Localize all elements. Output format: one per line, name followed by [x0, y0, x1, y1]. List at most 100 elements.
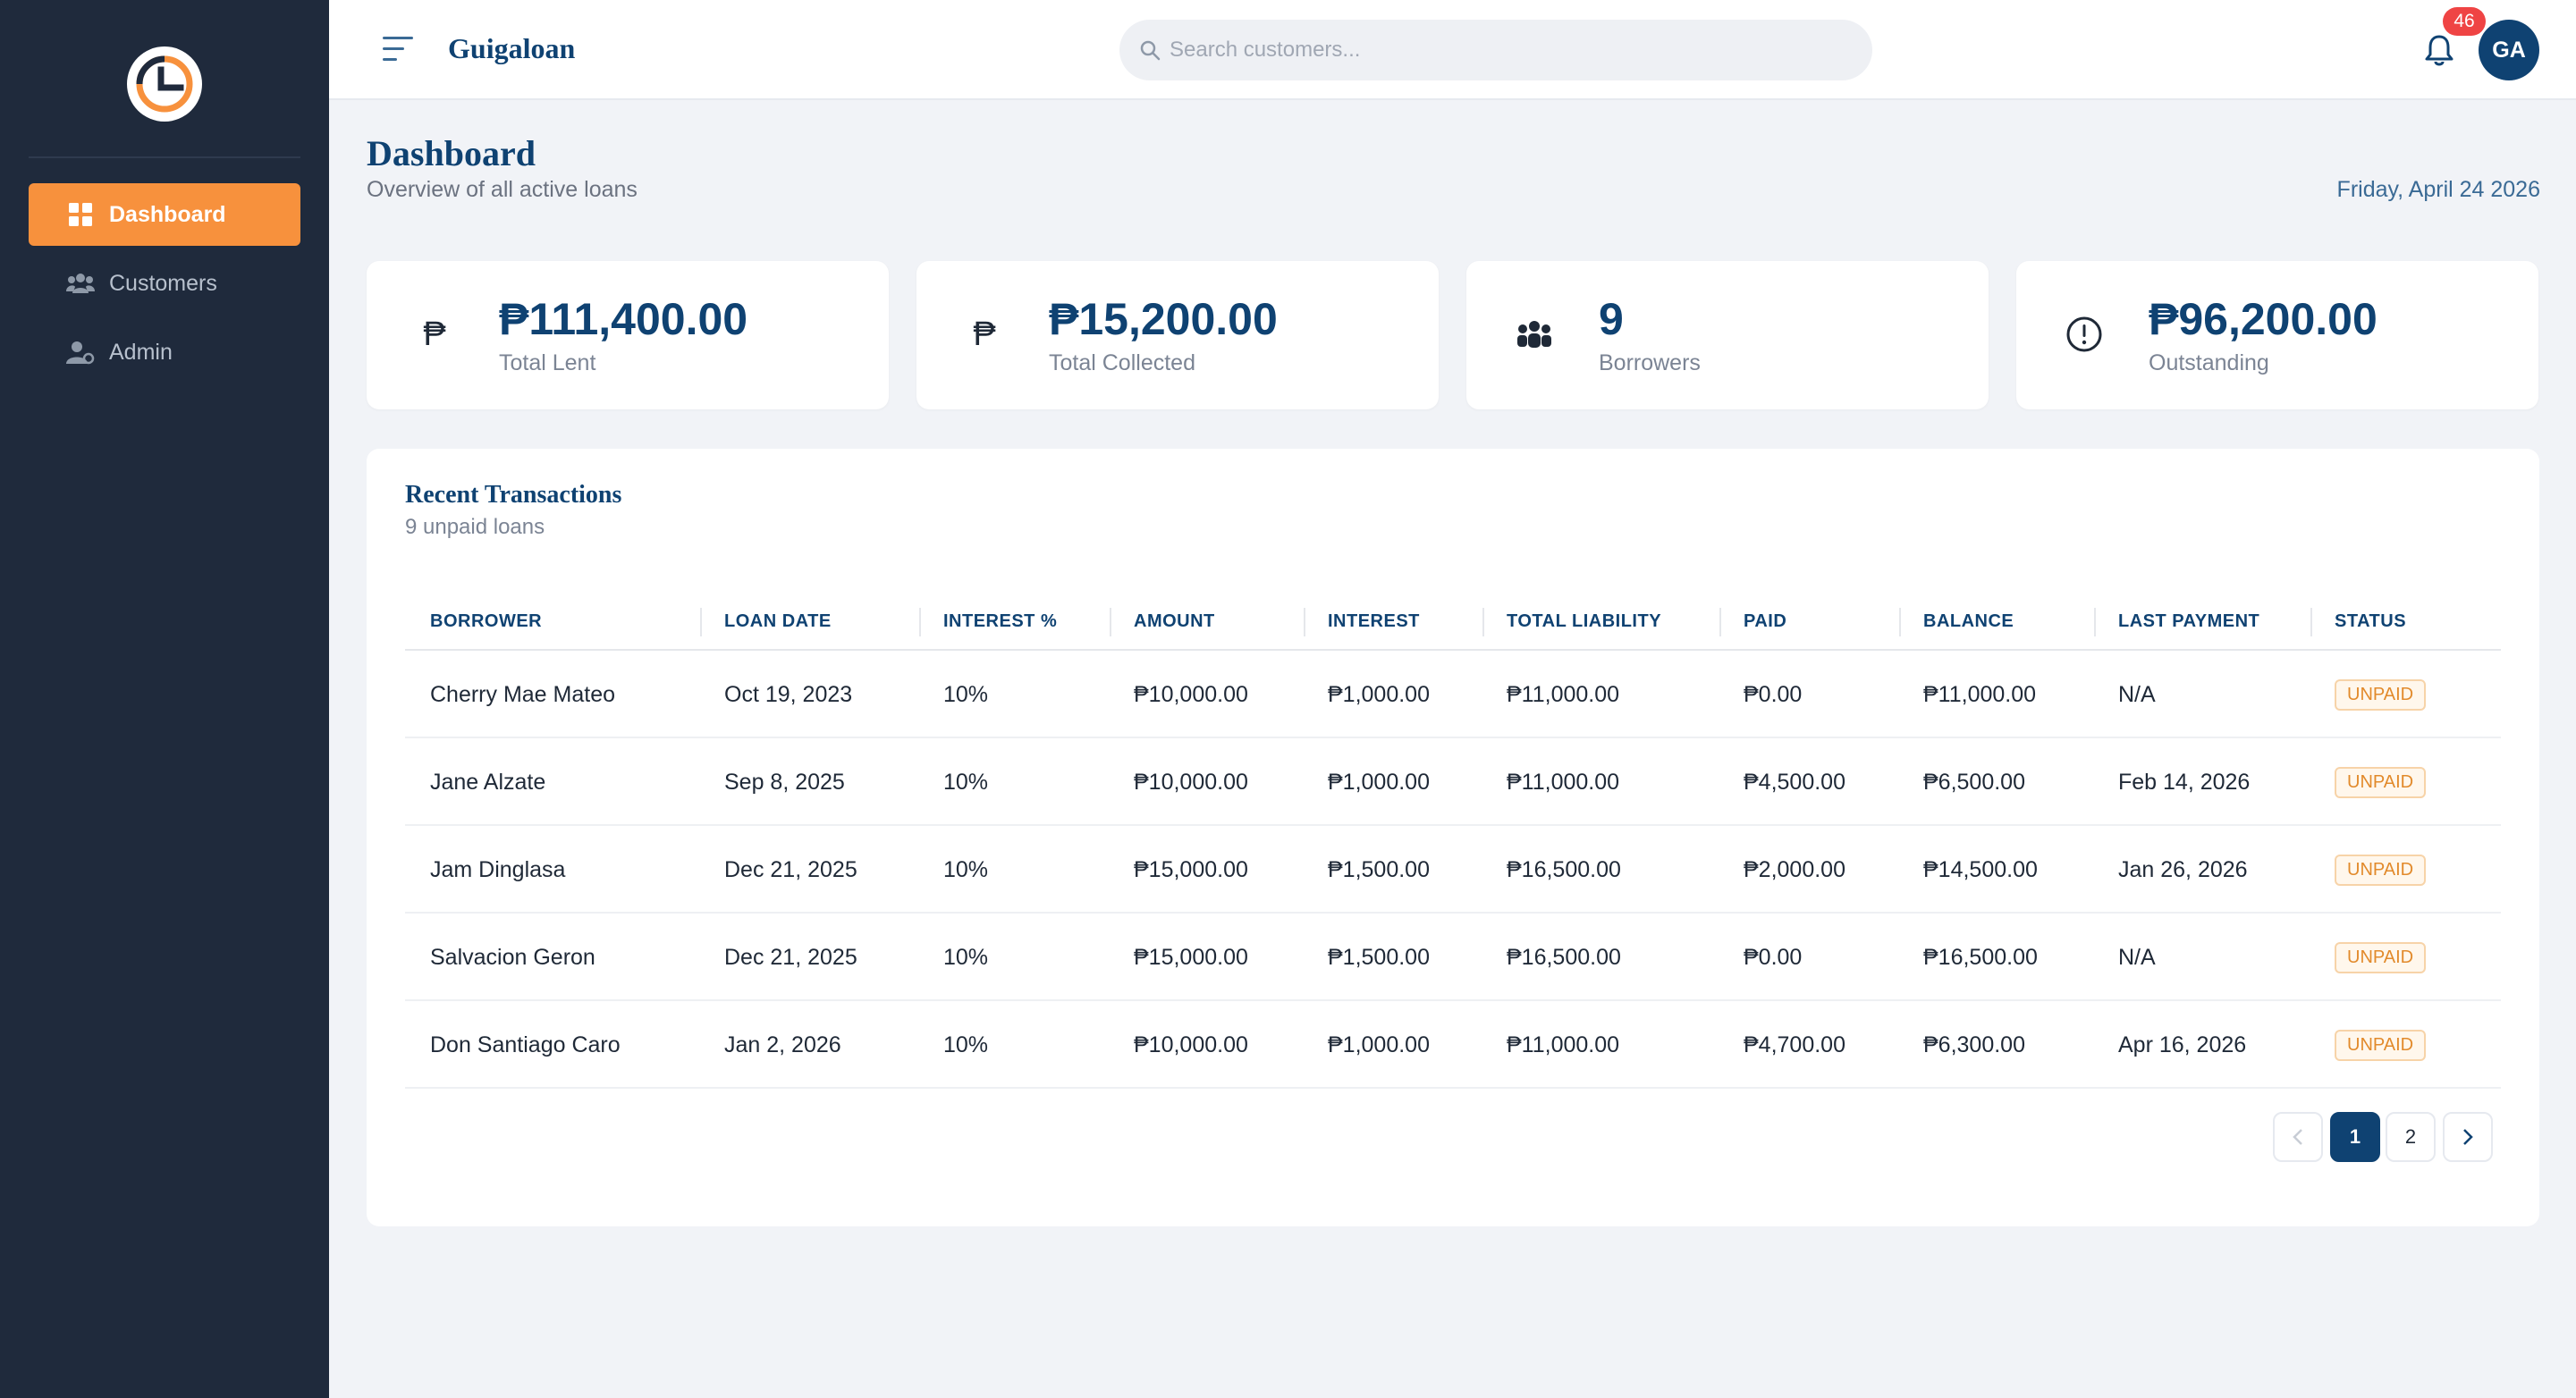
alert-circle-icon [2065, 315, 2104, 354]
stat-card-borrowers: 9 Borrowers [1466, 261, 1989, 409]
search-icon [1140, 40, 1161, 61]
chevron-right-icon [2463, 1129, 2473, 1145]
table-row[interactable]: Jane Alzate Sep 8, 2025 10% ₱10,000.00 ₱1,00… [405, 738, 2501, 826]
cell-borrower: Jane Alzate [430, 769, 546, 795]
cell-balance: ₱11,000.00 [1923, 681, 2037, 707]
next-page-button[interactable] [2443, 1112, 2493, 1162]
status-cell: UNPAID [2335, 738, 2427, 826]
column-divider [2310, 608, 2312, 636]
stat-card-outstanding: ₱96,200.00 Outstanding [2016, 261, 2538, 409]
sidebar-item-label: Dashboard [109, 201, 226, 227]
grid-icon [66, 200, 95, 229]
cell-total-liability: ₱16,500.00 [1507, 944, 1621, 970]
column-header-last-payment: LAST PAYMENT [2118, 611, 2260, 631]
sidebar-divider [29, 156, 300, 158]
cell-interest-pct: 10% [943, 1032, 989, 1057]
cell-borrower: Don Santiago Caro [430, 1032, 621, 1057]
column-divider [1304, 608, 1305, 636]
table-body: Cherry Mae Mateo Oct 19, 2023 10% ₱10,000.0… [405, 651, 2501, 1089]
cell-amount: ₱15,000.00 [1134, 944, 1248, 970]
stat-label: Outstanding [2149, 350, 2269, 375]
table-row[interactable]: Salvacion Geron Dec 21, 2025 10% ₱15,000.00… [405, 914, 2501, 1001]
table-row[interactable]: Cherry Mae Mateo Oct 19, 2023 10% ₱10,000.0… [405, 651, 2501, 738]
column-divider [1482, 608, 1484, 636]
column-header-interest-pct: INTEREST % [943, 611, 1058, 631]
sidebar: Dashboard Customers Admin [0, 0, 329, 1398]
status-cell: UNPAID [2335, 826, 2427, 914]
current-date: Friday, April 24 2026 [2336, 177, 2540, 202]
cell-total-liability: ₱11,000.00 [1507, 681, 1620, 707]
sidebar-item-label: Admin [109, 339, 173, 365]
stat-card-total-collected: ₱ ₱15,200.00 Total Collected [916, 261, 1439, 409]
menu-icon [383, 37, 413, 61]
cell-last-payment: Feb 14, 2026 [2118, 769, 2251, 795]
cell-total-liability: ₱11,000.00 [1507, 769, 1620, 795]
cell-interest: ₱1,000.00 [1328, 769, 1430, 795]
cell-amount: ₱15,000.00 [1134, 856, 1248, 882]
stat-value: 9 [1599, 294, 1624, 344]
cell-paid: ₱2,000.00 [1744, 856, 1845, 882]
previous-page-button[interactable] [2273, 1112, 2323, 1162]
cell-last-payment: Apr 16, 2026 [2118, 1032, 2247, 1057]
cell-amount: ₱10,000.00 [1134, 1032, 1248, 1057]
cell-loan-date: Sep 8, 2025 [724, 769, 845, 795]
cell-last-payment: N/A [2118, 681, 2156, 707]
cell-last-payment: N/A [2118, 944, 2156, 970]
users-icon [66, 269, 95, 298]
status-badge: UNPAID [2335, 941, 2427, 973]
cell-paid: ₱4,700.00 [1744, 1032, 1845, 1057]
panel-subtitle: 9 unpaid loans [405, 515, 545, 539]
search-bar[interactable] [1119, 20, 1872, 80]
cell-balance: ₱14,500.00 [1923, 856, 2038, 882]
column-divider [1899, 608, 1901, 636]
search-input[interactable] [1170, 38, 1849, 63]
stat-label: Total Lent [499, 350, 596, 375]
table-row[interactable]: Jam Dinglasa Dec 21, 2025 10% ₱15,000.00 ₱1,… [405, 826, 2501, 914]
recent-transactions-panel: Recent Transactions 9 unpaid loans BORRO… [367, 449, 2539, 1226]
transactions-table: BORROWER LOAN DATE INTEREST % AMOUNT INTERES… [405, 592, 2501, 1089]
status-badge: UNPAID [2335, 854, 2427, 886]
cell-paid: ₱0.00 [1744, 944, 1803, 970]
cell-interest: ₱1,000.00 [1328, 1032, 1430, 1057]
cell-amount: ₱10,000.00 [1134, 681, 1248, 707]
page-button-2[interactable]: 2 [2386, 1112, 2436, 1162]
cell-loan-date: Oct 19, 2023 [724, 681, 853, 707]
column-header-interest: INTEREST [1328, 611, 1420, 631]
chevron-left-icon [2293, 1129, 2302, 1145]
cell-paid: ₱4,500.00 [1744, 769, 1845, 795]
panel-title: Recent Transactions [405, 481, 622, 509]
sidebar-item-admin[interactable]: Admin [29, 321, 300, 383]
cell-balance: ₱6,500.00 [1923, 769, 2025, 795]
cell-loan-date: Jan 2, 2026 [724, 1032, 841, 1057]
table-header: BORROWER LOAN DATE INTEREST % AMOUNT INTERES… [405, 592, 2501, 651]
cell-interest: ₱1,000.00 [1328, 681, 1430, 707]
column-divider [1110, 608, 1111, 636]
app-logo[interactable] [127, 46, 202, 122]
peso-icon: ₱ [423, 315, 446, 353]
cell-last-payment: Jan 26, 2026 [2118, 856, 2248, 882]
notifications-button[interactable] [2421, 32, 2457, 68]
cell-borrower: Salvacion Geron [430, 944, 595, 970]
brand-name[interactable]: Guigaloan [448, 32, 575, 65]
cell-borrower: Jam Dinglasa [430, 856, 566, 882]
page-button-1[interactable]: 1 [2330, 1112, 2380, 1162]
column-header-paid: PAID [1744, 611, 1787, 631]
avatar[interactable]: GA [2479, 20, 2539, 80]
stat-label: Borrowers [1599, 350, 1701, 375]
sidebar-item-dashboard[interactable]: Dashboard [29, 183, 300, 246]
page-subtitle: Overview of all active loans [367, 177, 638, 202]
stat-label: Total Collected [1049, 350, 1195, 375]
cell-interest-pct: 10% [943, 769, 989, 795]
cell-interest-pct: 10% [943, 681, 989, 707]
column-header-amount: AMOUNT [1134, 611, 1215, 631]
column-divider [1719, 608, 1721, 636]
column-header-loan-date: LOAN DATE [724, 611, 832, 631]
cell-interest: ₱1,500.00 [1328, 856, 1430, 882]
sidebar-item-label: Customers [109, 270, 217, 296]
table-row[interactable]: Don Santiago Caro Jan 2, 2026 10% ₱10,000.0… [405, 1001, 2501, 1089]
column-divider [919, 608, 921, 636]
menu-toggle-button[interactable] [381, 34, 417, 64]
cell-total-liability: ₱11,000.00 [1507, 1032, 1620, 1057]
stat-value: ₱15,200.00 [1049, 294, 1278, 344]
sidebar-item-customers[interactable]: Customers [29, 252, 300, 315]
